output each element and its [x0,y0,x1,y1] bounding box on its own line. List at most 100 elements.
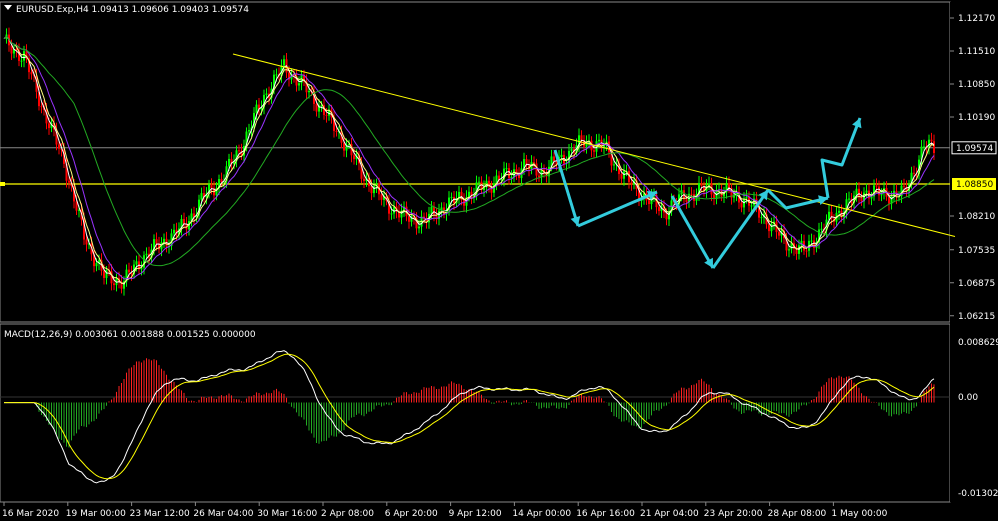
arrow-stroke-3 [670,195,715,269]
macd-tick-label: 0.008629 [958,338,998,348]
price-panel-frame [0,1,951,323]
time-tick-label: 21 Apr 04:00 [640,509,699,519]
candle-bull [848,198,850,200]
candle-bull [760,217,763,219]
candle-bear [700,183,703,186]
time-tick-labels: 16 Mar 2020 19 Mar 00:00 23 Mar 12:00 26 Ma… [2,502,888,519]
candle-bull [163,238,165,243]
candle-bull [173,229,175,234]
macd-panel-header: MACD(12,26,9) 0.003061 0.001888 0.001525… [4,330,256,340]
price-tick-label: 1.07535 [958,246,995,256]
price-tick-label: 1.10190 [958,113,995,123]
level-price-tag-text: 1.08850 [956,180,993,190]
time-tick-label: 16 Mar 2020 [2,509,59,519]
candle-bull [865,190,868,193]
time-tick-label: 2 Apr 08:00 [321,509,374,519]
price-tick-label: 1.12170 [958,14,995,24]
candle-bear [335,130,338,132]
candle-bear [805,250,808,252]
candle-bear [103,270,105,278]
time-tick-label: 30 Mar 16:00 [257,509,317,519]
candle-bull [248,129,250,132]
candle-bull [200,193,203,200]
moving-averages [3,35,935,285]
price-tick-label: 1.10850 [958,80,995,90]
candle-bear [620,174,623,179]
candle-bull [838,210,840,213]
candle-bear [903,185,905,187]
candle-bear [740,202,743,208]
candle-bear [685,199,688,203]
chart-canvas: EURUSD.Exp,H4 1.09413 1.09606 1.09403 1.… [0,1,998,519]
moving-average-4 [3,35,935,267]
candle-bear [58,144,60,149]
candle-bear [875,185,878,187]
candle-bull [828,211,830,220]
candle-bear [690,193,693,195]
price-tick-label: 1.08210 [958,212,995,222]
macd-layer [0,350,950,484]
moving-average-2 [3,35,935,284]
candle-bull [228,158,230,167]
candle-bear [658,207,660,212]
time-tick-label: 9 Apr 12:00 [449,509,502,519]
time-tick-label: 6 Apr 20:00 [385,509,438,519]
candle-bear [648,200,650,205]
time-tick-label: 26 Mar 04:00 [193,509,253,519]
price-tick-label: 1.06215 [958,312,995,322]
time-tick-label: 23 Apr 20:00 [704,509,763,519]
candle-bull [135,261,138,265]
candle-bear [210,184,213,189]
candle-bear [113,283,115,286]
candle-bear [878,186,880,196]
candle-bull [390,213,393,215]
arrow-stroke-6 [820,117,862,199]
candle-bull [450,196,453,198]
candle-bull [505,168,508,170]
candle-bull [820,228,823,230]
candle-bear [768,224,770,232]
candle-bull [265,93,268,95]
level-marker-left [0,182,5,186]
time-tick-label: 28 Apr 08:00 [768,509,827,519]
candle-bull [923,146,925,148]
current-price-tag-text: 1.09574 [956,144,993,154]
price-tick-label: 1.06875 [958,279,995,289]
panel-collapse-icon[interactable] [4,5,12,10]
time-tick-label: 19 Mar 00:00 [66,509,126,519]
macd-panel-frame [0,323,951,503]
candle-bull [750,205,753,207]
candle-bear [930,139,933,142]
macd-tick-label: 0.00 [958,393,978,403]
time-tick-label: 16 Apr 16:00 [576,509,635,519]
candle-bear [85,239,88,245]
candle-bull [418,226,420,229]
candle-bull [298,83,300,86]
candle-bull [255,104,258,113]
arrow-stroke-4 [711,189,770,269]
candle-bear [363,178,365,182]
candle-bear [408,216,410,222]
candle-bear [888,196,890,204]
candle-bull [560,154,563,158]
candle-bear [533,162,535,164]
candle-bull [20,60,23,62]
candle-bear [343,142,345,151]
candle-bull [283,59,285,66]
candle-bear [48,123,50,129]
candle-bull [275,74,278,76]
candle-bear [630,182,633,185]
candle-bear [593,150,595,152]
candle-bull [598,139,600,142]
candle-bull [95,263,98,267]
candle-bear [913,172,915,174]
price-panel-header: EURUSD.Exp,H4 1.09413 1.09606 1.09403 1.… [16,5,249,15]
candle-bear [370,186,373,194]
candle-bear [40,106,43,108]
candle-bull [570,148,573,151]
candle-bull [788,249,790,251]
time-tick-label: 23 Mar 12:00 [130,509,190,519]
candle-bear [778,232,780,236]
candle-bear [183,219,185,224]
horizontal-lines [0,147,950,186]
